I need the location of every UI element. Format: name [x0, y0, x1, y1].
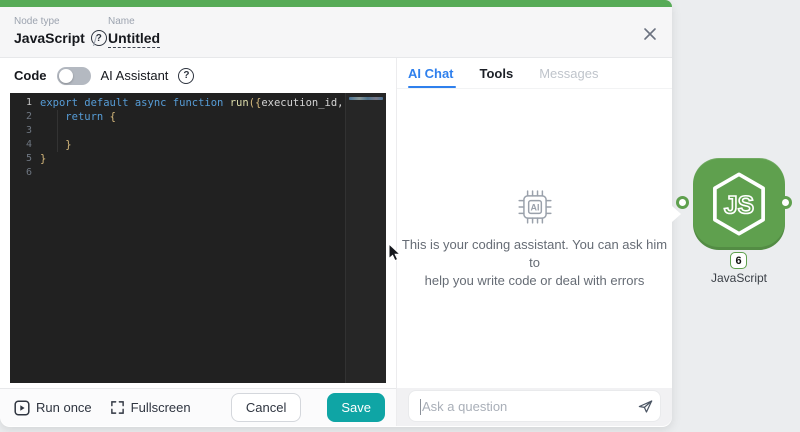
node-input-port[interactable]	[676, 196, 689, 209]
node-type-label: Node type	[14, 16, 60, 27]
code-editor-lines: 1 export default async function run({exec…	[10, 93, 386, 180]
close-icon[interactable]	[641, 25, 659, 43]
assistant-tabs: AI Chat Tools Messages	[397, 58, 672, 89]
fullscreen-icon	[110, 401, 124, 414]
header-separator: /	[93, 33, 97, 49]
assistant-panel: AI Chat Tools Messages AI This is your c…	[397, 58, 672, 426]
name-label: Name	[108, 16, 135, 27]
node-output-port[interactable]	[779, 196, 792, 209]
assistant-description: This is your coding assistant. You can a…	[401, 236, 668, 288]
svg-text:AI: AI	[530, 202, 539, 212]
javascript-node[interactable]: JS	[693, 158, 785, 250]
ai-assistant-toggle[interactable]	[56, 66, 91, 85]
chat-input-box	[408, 390, 661, 422]
canvas: Node type JavaScript ? / Name Untitled C…	[0, 0, 800, 432]
code-line: 1 export default async function run({exec…	[25, 97, 386, 109]
node-editor-modal: Node type JavaScript ? / Name Untitled C…	[0, 0, 672, 427]
fullscreen-button[interactable]: Fullscreen	[110, 400, 191, 415]
code-panel-footer: Run once Fullscreen Cancel Save	[0, 388, 396, 426]
node-name-group: Name Untitled	[108, 16, 161, 48]
run-once-button[interactable]: Run once	[14, 399, 92, 416]
code-line: 3	[25, 125, 32, 136]
ai-assistant-label: AI Assistant	[100, 68, 169, 83]
code-line: 4 }	[25, 139, 72, 151]
ask-question-input[interactable]	[409, 398, 630, 414]
code-editor[interactable]: 1 export default async function run({exec…	[10, 93, 386, 383]
code-panel: Code AI Assistant ? 1 export default asyn…	[0, 58, 397, 426]
indent-guide	[57, 110, 58, 152]
code-label: Code	[14, 68, 47, 83]
minimap-line	[349, 97, 383, 100]
node-label: JavaScript	[710, 271, 768, 285]
editor-minimap[interactable]	[345, 93, 386, 383]
send-icon[interactable]	[630, 391, 660, 421]
node-type-value: JavaScript	[14, 30, 85, 46]
cancel-button[interactable]: Cancel	[230, 393, 302, 422]
assistant-empty-state: AI This is your coding assistant. You ca…	[397, 89, 672, 388]
mouse-cursor	[388, 243, 402, 262]
tab-ai-chat[interactable]: AI Chat	[408, 58, 455, 88]
code-line: 5}	[25, 153, 47, 165]
svg-text:JS: JS	[724, 192, 754, 219]
help-icon[interactable]: ?	[178, 67, 195, 84]
node-name-field[interactable]: Untitled	[108, 30, 161, 48]
node-order-badge: 6	[730, 252, 747, 269]
save-button[interactable]: Save	[327, 393, 385, 422]
tab-messages[interactable]: Messages	[539, 58, 598, 88]
tab-tools[interactable]: Tools	[480, 58, 514, 88]
ai-chip-icon: AI	[517, 189, 552, 224]
play-icon	[14, 399, 30, 416]
text-caret	[420, 399, 421, 415]
code-line: 6	[25, 167, 32, 178]
chat-input-bar	[397, 388, 672, 426]
nodejs-logo-icon: JS	[713, 172, 765, 236]
modal-accent-bar	[0, 0, 672, 7]
code-line: 2 return {	[25, 111, 116, 123]
toggle-knob	[58, 68, 73, 83]
modal-header: Node type JavaScript ? / Name Untitled	[0, 7, 672, 58]
